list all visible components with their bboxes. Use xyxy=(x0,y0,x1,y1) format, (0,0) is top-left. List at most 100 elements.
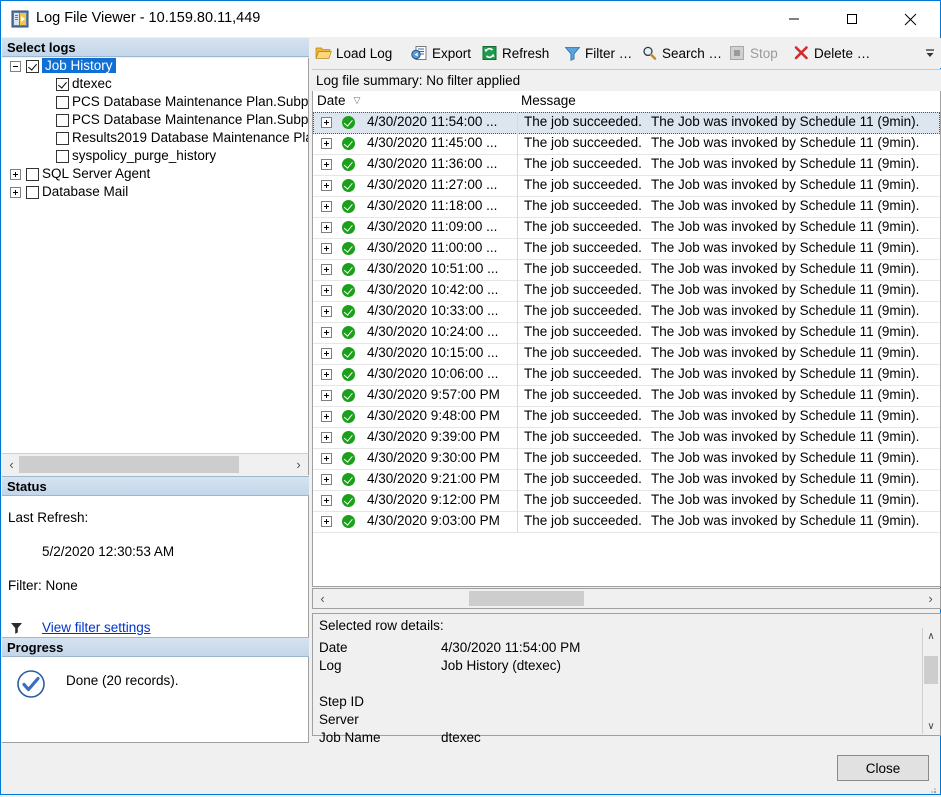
tree-horizontal-scrollbar[interactable]: ‹ › xyxy=(2,453,309,475)
log-toolbar: Load Log Export Refresh Filter … Search … Sto… xyxy=(311,38,941,68)
toolbar-button-refresh[interactable]: Refresh xyxy=(481,42,549,64)
table-row[interactable]: 4/30/2020 9:57:00 PM The job succeeded. Th… xyxy=(313,385,940,407)
toolbar-overflow-icon[interactable] xyxy=(923,43,937,63)
tree-item-checkbox[interactable] xyxy=(26,168,39,181)
table-row[interactable]: 4/30/2020 10:06:00 ... The job succeeded.… xyxy=(313,364,940,386)
table-row[interactable]: 4/30/2020 10:15:00 ... The job succeeded.… xyxy=(313,343,940,365)
toolbar-button-search[interactable]: Search … xyxy=(641,42,722,64)
row-expand-icon[interactable] xyxy=(321,369,332,380)
tree-item[interactable]: Database Mail xyxy=(2,184,308,202)
cell-date: 4/30/2020 10:15:00 ... xyxy=(367,345,499,360)
tree-item-checkbox[interactable] xyxy=(56,150,69,163)
table-row[interactable]: 4/30/2020 11:36:00 ... The job succeeded.… xyxy=(313,154,940,176)
row-expand-icon[interactable] xyxy=(321,432,332,443)
row-expand-icon[interactable] xyxy=(321,138,332,149)
row-expand-icon[interactable] xyxy=(321,474,332,485)
table-row[interactable]: 4/30/2020 11:00:00 ... The job succeeded.… xyxy=(313,238,940,260)
row-expand-icon[interactable] xyxy=(321,390,332,401)
row-expand-icon[interactable] xyxy=(321,495,332,506)
row-expand-icon[interactable] xyxy=(321,453,332,464)
log-entries-grid[interactable]: Date ▽ Message 4/30/2020 11:54:00 ... The … xyxy=(312,91,941,587)
tree-item[interactable]: SQL Server Agent xyxy=(2,166,308,184)
column-header-message[interactable]: Message xyxy=(521,93,576,108)
table-row[interactable]: 4/30/2020 9:03:00 PM The job succeeded. Th… xyxy=(313,511,940,533)
row-expand-icon[interactable] xyxy=(321,243,332,254)
cell-message-result: The job succeeded. xyxy=(524,198,642,213)
table-row[interactable]: 4/30/2020 9:39:00 PM The job succeeded. Th… xyxy=(313,427,940,449)
row-expand-icon[interactable] xyxy=(321,159,332,170)
toolbar-button-loadlog[interactable]: Load Log xyxy=(315,42,392,64)
close-window-button[interactable] xyxy=(887,1,933,37)
row-expand-icon[interactable] xyxy=(321,327,332,338)
cell-divider xyxy=(517,112,518,133)
tree-scroll-left-arrow[interactable]: ‹ xyxy=(3,454,20,474)
toolbar-button-label: Filter … xyxy=(585,45,633,61)
grid-scroll-right-arrow[interactable]: › xyxy=(922,589,939,608)
cell-message-detail: The Job was invoked by Schedule 11 (9min… xyxy=(651,177,920,192)
row-expand-icon[interactable] xyxy=(321,285,332,296)
success-status-icon xyxy=(342,515,355,528)
grid-scroll-thumb[interactable] xyxy=(469,591,584,606)
row-expand-icon[interactable] xyxy=(321,348,332,359)
tree-item[interactable]: PCS Database Maintenance Plan.Subpla xyxy=(2,94,308,112)
column-header-date[interactable]: Date ▽ xyxy=(317,93,360,108)
toolbar-button-filter[interactable]: Filter … xyxy=(564,42,632,64)
tree-item-checkbox[interactable] xyxy=(56,132,69,145)
table-row[interactable]: 4/30/2020 11:18:00 ... The job succeeded.… xyxy=(313,196,940,218)
details-scroll-thumb[interactable] xyxy=(924,656,938,684)
tree-item[interactable]: PCS Database Maintenance Plan.Subpla xyxy=(2,112,308,130)
table-row[interactable]: 4/30/2020 10:24:00 ... The job succeeded.… xyxy=(313,322,940,344)
table-row[interactable]: 4/30/2020 9:21:00 PM The job succeeded. Th… xyxy=(313,469,940,491)
table-row[interactable]: 4/30/2020 11:27:00 ... The job succeeded.… xyxy=(313,175,940,197)
details-scroll-down-arrow[interactable]: ∨ xyxy=(923,718,939,734)
tree-collapse-icon[interactable] xyxy=(10,61,21,72)
minimize-button[interactable] xyxy=(771,1,817,37)
row-expand-icon[interactable] xyxy=(321,516,332,527)
row-expand-icon[interactable] xyxy=(321,201,332,212)
toolbar-button-delete[interactable]: Delete … xyxy=(793,42,870,64)
success-status-icon xyxy=(342,221,355,234)
tree-expand-icon[interactable] xyxy=(10,187,21,198)
tree-item-checkbox[interactable] xyxy=(26,60,39,73)
table-row[interactable]: 4/30/2020 9:30:00 PM The job succeeded. Th… xyxy=(313,448,940,470)
table-row[interactable]: 4/30/2020 10:33:00 ... The job succeeded.… xyxy=(313,301,940,323)
details-vertical-scrollbar[interactable]: ∧ ∨ xyxy=(922,628,939,734)
row-expand-icon[interactable] xyxy=(321,306,332,317)
tree-scroll-right-arrow[interactable]: › xyxy=(290,454,307,474)
tree-expand-icon[interactable] xyxy=(10,169,21,180)
tree-item[interactable]: syspolicy_purge_history xyxy=(2,148,308,166)
table-row[interactable]: 4/30/2020 9:12:00 PM The job succeeded. Th… xyxy=(313,490,940,512)
tree-item-checkbox[interactable] xyxy=(56,78,69,91)
grid-scroll-left-arrow[interactable]: ‹ xyxy=(314,589,331,608)
tree-item-label: PCS Database Maintenance Plan.Subpla xyxy=(72,112,309,127)
row-expand-icon[interactable] xyxy=(321,222,332,233)
row-expand-icon[interactable] xyxy=(321,411,332,422)
tree-item-checkbox[interactable] xyxy=(26,186,39,199)
tree-item[interactable]: Results2019 Database Maintenance Plan xyxy=(2,130,308,148)
cell-divider xyxy=(517,427,518,448)
table-row[interactable]: 4/30/2020 10:51:00 ... The job succeeded.… xyxy=(313,259,940,281)
table-row[interactable]: 4/30/2020 11:54:00 ... The job succeeded.… xyxy=(313,112,940,134)
maximize-button[interactable] xyxy=(829,1,875,37)
cell-message-detail: The Job was invoked by Schedule 11 (9min… xyxy=(651,282,920,297)
tree-item-checkbox[interactable] xyxy=(56,114,69,127)
toolbar-button-export[interactable]: Export xyxy=(411,42,471,64)
tree-scroll-thumb[interactable] xyxy=(19,456,239,473)
grid-horizontal-scrollbar[interactable]: ‹ › xyxy=(312,588,941,609)
table-row[interactable]: 4/30/2020 10:42:00 ... The job succeeded.… xyxy=(313,280,940,302)
view-filter-settings-link[interactable]: View filter settings xyxy=(42,620,151,635)
tree-item-checkbox[interactable] xyxy=(56,96,69,109)
row-expand-icon[interactable] xyxy=(321,117,332,128)
details-scroll-up-arrow[interactable]: ∧ xyxy=(923,628,939,644)
log-source-tree[interactable]: Job History dtexec PCS Database Maintenanc… xyxy=(2,58,309,453)
table-row[interactable]: 4/30/2020 9:48:00 PM The job succeeded. Th… xyxy=(313,406,940,428)
tree-item[interactable]: dtexec xyxy=(2,76,308,94)
tree-item[interactable]: Job History xyxy=(2,58,308,76)
cell-message-detail: The Job was invoked by Schedule 11 (9min… xyxy=(651,408,920,423)
row-expand-icon[interactable] xyxy=(321,264,332,275)
table-row[interactable]: 4/30/2020 11:45:00 ... The job succeeded.… xyxy=(313,133,940,155)
close-button[interactable]: Close xyxy=(837,755,929,781)
row-expand-icon[interactable] xyxy=(321,180,332,191)
resize-grip-icon[interactable] xyxy=(927,782,937,793)
table-row[interactable]: 4/30/2020 11:09:00 ... The job succeeded.… xyxy=(313,217,940,239)
